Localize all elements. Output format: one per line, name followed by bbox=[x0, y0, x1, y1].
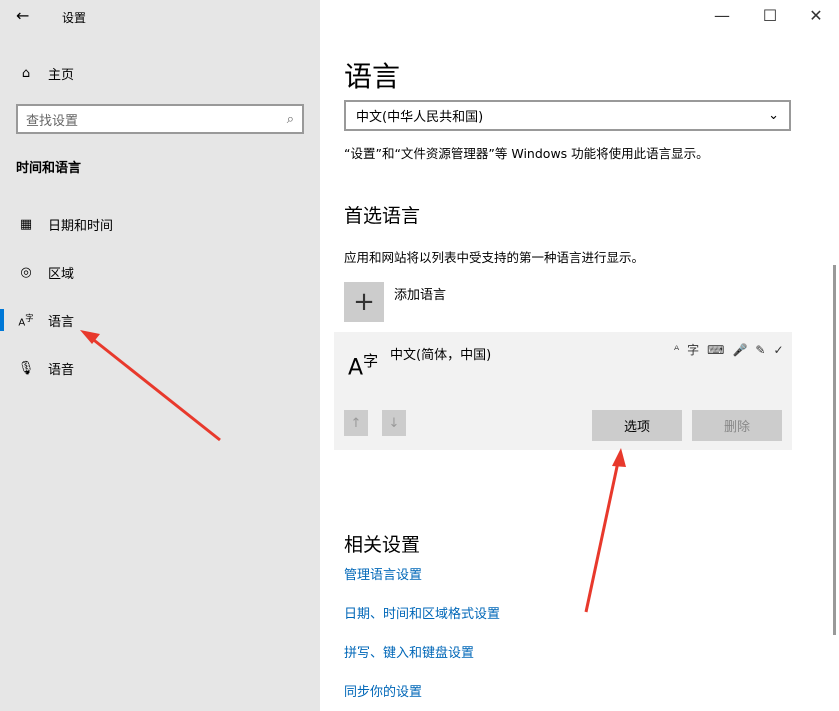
link-sync[interactable]: 同步你的设置 bbox=[344, 681, 422, 700]
globe-icon: ◎ bbox=[20, 264, 32, 280]
chevron-down-icon: ⌄ bbox=[768, 108, 779, 123]
scrollbar[interactable] bbox=[833, 265, 836, 635]
sidebar: ← 设置 ⌂ 主页 查找设置 ⌕ 时间和语言 ▦ 日期和时间 ◎ 区域 A字 语… bbox=[0, 0, 320, 711]
language-icon: A字 bbox=[348, 352, 379, 381]
language-icon: A字 bbox=[18, 312, 34, 329]
language-name: 中文(简体，中国) bbox=[390, 348, 492, 363]
window-title: 设置 bbox=[62, 11, 87, 25]
link-spelling-keyboard[interactable]: 拼写、键入和键盘设置 bbox=[344, 642, 474, 661]
minimize-button[interactable]: — bbox=[712, 6, 732, 25]
preferred-heading: 首选语言 bbox=[344, 205, 421, 227]
back-icon[interactable]: ← bbox=[16, 6, 29, 25]
sidebar-item-label: 语言 bbox=[48, 314, 75, 330]
display-note: “设置”和“文件资源管理器”等 Windows 功能将使用此语言显示。 bbox=[344, 146, 709, 161]
sidebar-item-date-time[interactable]: ▦ 日期和时间 bbox=[0, 206, 320, 242]
close-button[interactable]: ✕ bbox=[806, 6, 826, 25]
sidebar-item-label: 日期和时间 bbox=[48, 218, 114, 234]
main-panel: — ☐ ✕ 语言 中文(中华人民共和国) ⌄ “设置”和“文件资源管理器”等 W… bbox=[320, 0, 839, 711]
language-item[interactable]: A字 中文(简体，中国) ᴬ字⌨🎤✎✓ ↑ ↓ 选项 删除 bbox=[334, 332, 792, 450]
move-up-button[interactable]: ↑ bbox=[344, 410, 368, 436]
preferred-note: 应用和网站将以列表中受支持的第一种语言进行显示。 bbox=[344, 250, 645, 265]
add-language-label[interactable]: 添加语言 bbox=[394, 284, 446, 303]
sidebar-item-label: 主页 bbox=[48, 67, 75, 83]
section-heading: 时间和语言 bbox=[16, 161, 82, 176]
home-icon: ⌂ bbox=[21, 65, 31, 81]
sidebar-item-home[interactable]: ⌂ 主页 bbox=[0, 55, 320, 91]
sidebar-item-language[interactable]: A字 语言 bbox=[0, 302, 320, 338]
search-input[interactable]: 查找设置 ⌕ bbox=[16, 104, 304, 134]
related-heading: 相关设置 bbox=[344, 534, 421, 556]
sidebar-item-speech[interactable]: 🎙 语音 bbox=[0, 350, 320, 386]
move-down-button[interactable]: ↓ bbox=[382, 410, 406, 436]
microphone-icon: 🎙 bbox=[17, 360, 35, 376]
sidebar-item-region[interactable]: ◎ 区域 bbox=[0, 254, 320, 290]
add-language-button[interactable]: + bbox=[344, 282, 384, 322]
sidebar-item-label: 区域 bbox=[48, 266, 75, 282]
maximize-button[interactable]: ☐ bbox=[760, 6, 780, 25]
sidebar-item-label: 语音 bbox=[48, 362, 75, 378]
display-language-select[interactable]: 中文(中华人民共和国) ⌄ bbox=[344, 100, 791, 131]
search-icon: ⌕ bbox=[286, 111, 294, 127]
select-value: 中文(中华人民共和国) bbox=[356, 110, 484, 125]
remove-button[interactable]: 删除 bbox=[692, 410, 782, 441]
link-manage-language[interactable]: 管理语言设置 bbox=[344, 564, 422, 583]
link-date-region-format[interactable]: 日期、时间和区域格式设置 bbox=[344, 603, 500, 622]
calendar-clock-icon: ▦ bbox=[19, 216, 33, 232]
language-feature-icons: ᴬ字⌨🎤✎✓ bbox=[674, 343, 792, 357]
options-button[interactable]: 选项 bbox=[592, 410, 682, 441]
page-title: 语言 bbox=[344, 60, 401, 93]
plus-icon: + bbox=[353, 287, 375, 317]
search-placeholder: 查找设置 bbox=[26, 113, 79, 129]
